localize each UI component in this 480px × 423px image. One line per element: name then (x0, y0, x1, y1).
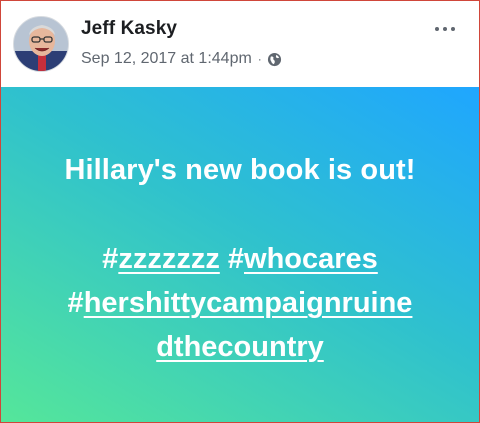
globe-icon[interactable] (267, 52, 282, 67)
hashtag-link[interactable]: #hershittycampaignruine (68, 287, 413, 319)
author-name[interactable]: Jeff Kasky (81, 18, 177, 40)
more-options-button[interactable] (431, 19, 461, 39)
hashtag-link[interactable]: #zzzzzzz (102, 243, 220, 275)
hashtags: #zzzzzzz #whocares #hershittycampaignrui… (1, 237, 479, 369)
post-background: Hillary's new book is out! #zzzzzzz #who… (1, 87, 479, 422)
hashtag-link[interactable]: #whocares (228, 243, 378, 275)
meta-separator: · (257, 52, 262, 66)
post-card: Jeff Kasky Sep 12, 2017 at 1:44pm · Hill… (0, 0, 480, 423)
hashtag-link-continued[interactable]: dthecountry (156, 331, 324, 363)
post-header: Jeff Kasky Sep 12, 2017 at 1:44pm · (1, 1, 479, 87)
post-meta: Sep 12, 2017 at 1:44pm · (81, 50, 282, 68)
avatar[interactable] (13, 16, 69, 72)
more-options-icon (435, 27, 439, 31)
timestamp[interactable]: Sep 12, 2017 at 1:44pm (81, 50, 252, 68)
post-headline: Hillary's new book is out! (64, 154, 416, 186)
